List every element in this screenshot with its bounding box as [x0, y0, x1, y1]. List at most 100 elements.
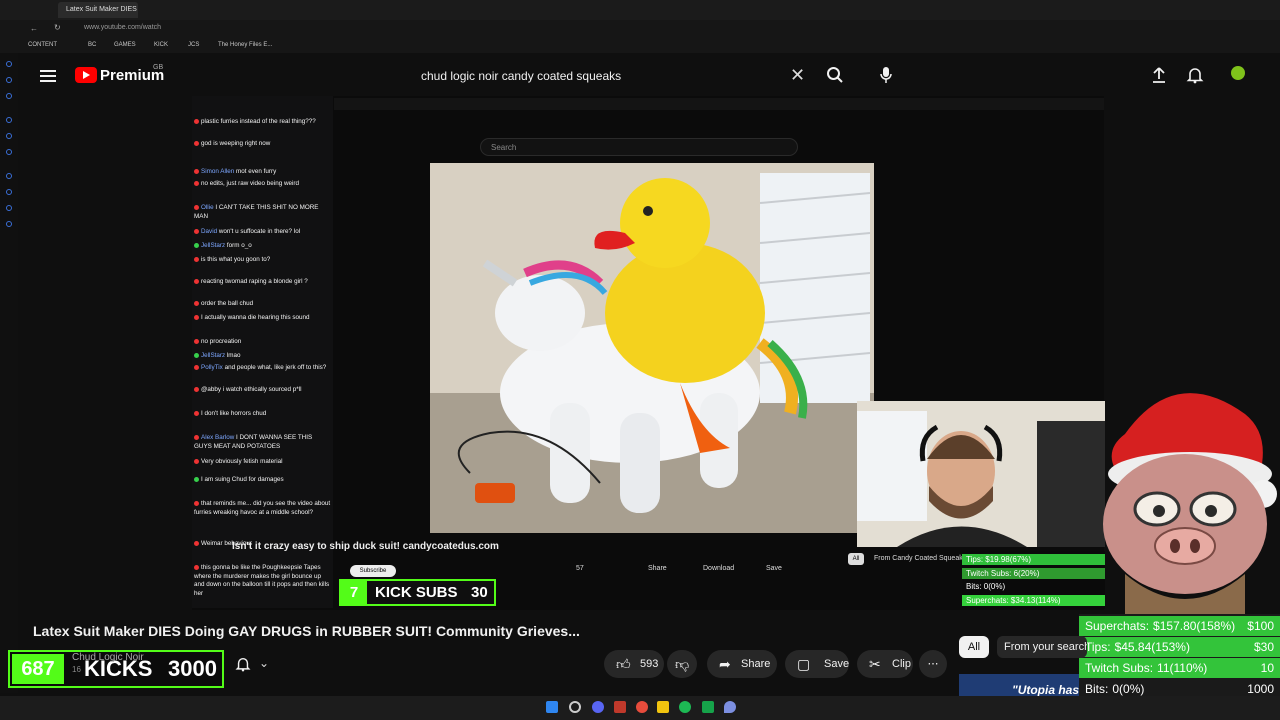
subscription-bell-icon[interactable] [235, 656, 251, 672]
chip-from-your-search[interactable]: From your search [997, 636, 1087, 658]
chat-message: Ollie I CAN'T TAKE THIS SHIT NO MORE MAN [194, 204, 331, 221]
goal-label: Superchats: [1085, 619, 1150, 633]
chat-badge-icon [194, 180, 199, 186]
hamburger-menu-icon[interactable] [40, 68, 56, 82]
taskbar-app-icon[interactable] [724, 701, 736, 713]
save-button[interactable]: ▢ Save [785, 650, 849, 678]
account-avatar[interactable] [1231, 66, 1245, 80]
sidebar-app-icon[interactable] [6, 189, 12, 195]
sidebar-app-icon[interactable] [6, 77, 12, 83]
chat-badge-icon [194, 564, 199, 570]
chat-text: order the ball chud [201, 300, 254, 307]
reload-icon[interactable]: ↻ [54, 23, 61, 32]
channel-name[interactable]: Chud Logic Noir [72, 652, 144, 663]
chat-text: and people what, like jerk off to this? [224, 364, 327, 371]
thumbs-up-icon: 👍︎ [616, 656, 631, 672]
sidebar-app-icon[interactable] [6, 133, 12, 139]
chat-badge-icon [194, 228, 199, 234]
windows-start-icon[interactable] [546, 701, 558, 713]
chat-text: is this what you goon to? [201, 256, 271, 263]
streamer-webcam-image [857, 401, 1105, 547]
sidebar-app-icon[interactable] [6, 149, 12, 155]
chat-badge-icon [194, 352, 199, 358]
donation-goal-row: Superchats: $157.80(158%) $100 [1079, 616, 1280, 636]
chat-message: that reminds me... did you see the video… [194, 500, 331, 517]
chat-text: Very obviously fetish material [201, 458, 283, 465]
chat-message: no procreation [194, 338, 331, 347]
url-text[interactable]: www.youtube.com/watch [84, 24, 161, 31]
chat-text: I actually wanna die hearing this sound [201, 314, 310, 321]
streamer-webcam [857, 401, 1105, 547]
taskbar-search-icon[interactable] [569, 701, 581, 713]
chat-text: no edits, just raw video being weird [201, 180, 300, 187]
chat-text: that reminds me... did you see the video… [194, 500, 331, 516]
youtube-logo-icon[interactable] [75, 67, 97, 83]
goal-progress: 0(0%) [1112, 682, 1145, 696]
goal-progress: $45.84(153%) [1114, 640, 1190, 654]
chat-badge-icon [194, 314, 199, 320]
dislike-button[interactable]: 👎︎ [667, 650, 697, 678]
chat-text: form o_o [226, 242, 252, 249]
sidebar-app-icon[interactable] [6, 117, 12, 123]
xbox-icon[interactable] [702, 701, 714, 713]
chat-message: I am suing Chud for damages [194, 476, 331, 485]
notifications-bell-icon[interactable] [1186, 66, 1204, 84]
embedded-share-label: Share [648, 565, 667, 572]
embedded-goal-row: Twitch Subs: 6(20%) [962, 567, 1105, 579]
recommended-video-thumbnail-text: "Utopia has [1012, 683, 1080, 697]
chip-all[interactable]: All [959, 636, 989, 658]
chat-message: Very obviously fetish material [194, 458, 331, 467]
kicks-value: 3000 [168, 656, 217, 681]
sidebar-app-icon[interactable] [6, 61, 12, 67]
chevron-down-icon[interactable]: ⌄ [259, 656, 269, 670]
chat-badge-icon [194, 410, 199, 416]
upload-icon[interactable] [1150, 66, 1168, 84]
search-input[interactable]: chud logic noir candy coated squeaks [421, 69, 621, 83]
share-label: Share [741, 658, 771, 670]
chat-message: no edits, just raw video being weird [194, 180, 331, 189]
bookmark-icon: ▢ [797, 656, 811, 672]
kicks-badge: 687 [12, 654, 64, 684]
file-explorer-icon[interactable] [657, 701, 669, 713]
sidebar-app-icon[interactable] [6, 173, 12, 179]
clip-button[interactable]: ✂ Clip [857, 650, 913, 678]
bookmark-games[interactable]: GAMES [114, 42, 136, 48]
microphone-icon[interactable] [878, 66, 894, 84]
discord-icon[interactable] [592, 701, 604, 713]
donation-goal-row: Twitch Subs: 11(110%) 10 [1079, 658, 1280, 678]
chat-badge-icon [194, 256, 199, 262]
goal-target: $30 [1253, 640, 1274, 654]
clear-search-icon[interactable]: ✕ [790, 65, 805, 86]
bookmark-kick[interactable]: KICK [154, 42, 168, 48]
bookmark-bc[interactable]: BC [88, 42, 96, 48]
search-icon[interactable] [826, 66, 844, 84]
browser-tab[interactable]: Latex Suit Maker DIES [58, 2, 138, 18]
sidebar-app-icon[interactable] [6, 221, 12, 227]
spotify-icon[interactable] [679, 701, 691, 713]
bookmark-content[interactable]: CONTENT [28, 42, 57, 48]
embedded-browser-bar [334, 98, 1104, 110]
goal-label: Twitch Subs: [1085, 661, 1154, 675]
clip-label: Clip [892, 658, 911, 670]
thumbs-down-icon: 👎︎ [675, 656, 690, 672]
address-bar[interactable]: ← ↻ www.youtube.com/watch [0, 20, 1280, 38]
chat-message: is this what you goon to? [194, 256, 331, 265]
chat-badge-icon [194, 500, 199, 506]
more-actions-button[interactable]: ⋯ [919, 650, 947, 678]
sidebar-app-icon[interactable] [6, 93, 12, 99]
bookmark-jcs[interactable]: JCS [188, 42, 199, 48]
browser-icon[interactable] [636, 701, 648, 713]
sidebar-app-icon[interactable] [6, 205, 12, 211]
scissors-icon: ✂ [869, 656, 881, 672]
back-icon[interactable]: ← [30, 24, 38, 33]
bookmark-honey-files[interactable]: The Honey Files E... [218, 42, 272, 48]
embedded-download-label: Download [703, 565, 735, 572]
chat-username: Simon Allen [201, 168, 235, 175]
chat-message: JellStarz lmao [194, 352, 331, 361]
taskbar-app-icon[interactable] [614, 701, 626, 713]
embedded-video-caption: Isn't it crazy easy to ship duck suit! c… [232, 541, 499, 552]
like-button[interactable]: 👍︎ 593 [604, 650, 664, 678]
embedded-goals-widget: Tips: $19.98(67%) Twitch Subs: 6(20%) Bits… [962, 551, 1105, 609]
inflatable-toys-illustration [430, 163, 874, 533]
share-button[interactable]: ➦ Share [707, 650, 777, 678]
